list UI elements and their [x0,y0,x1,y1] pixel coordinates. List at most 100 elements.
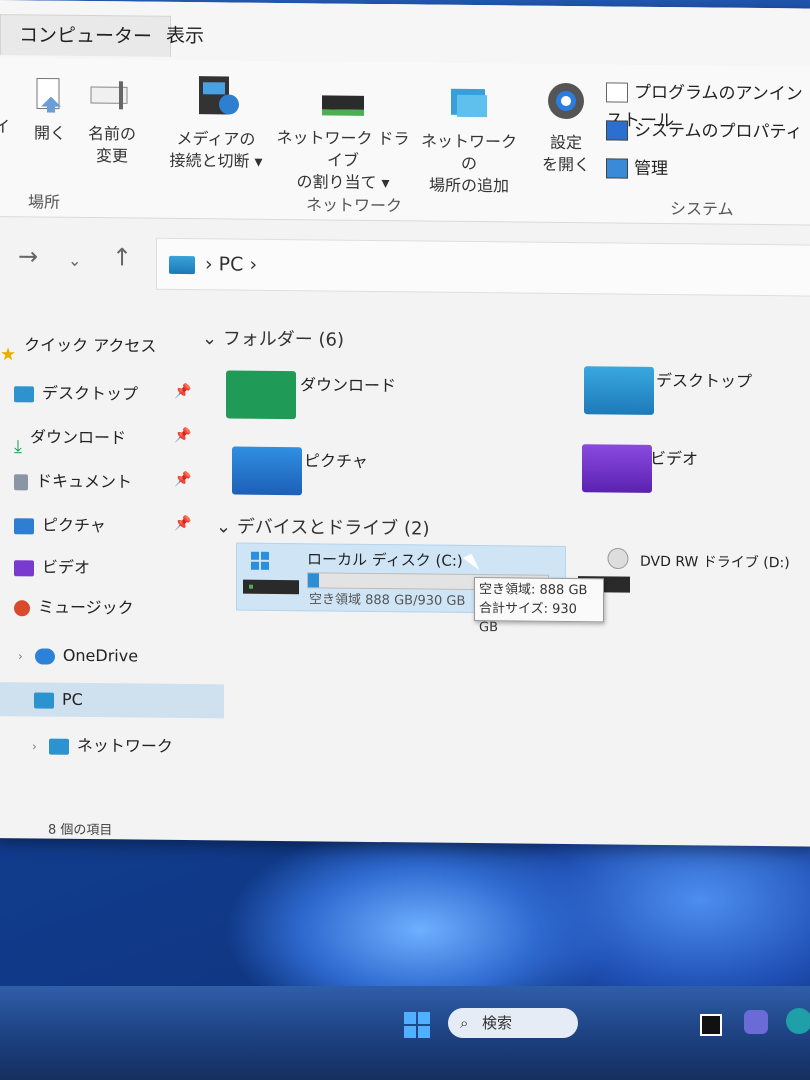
download-folder-icon [226,370,296,420]
pictures-icon [14,517,34,534]
sidebar-item-documents[interactable]: ドキュメント [14,464,132,499]
sidebar-item-quick-access[interactable]: ★ クイック アクセス [0,328,156,364]
forward-arrow-icon[interactable]: → [18,242,38,270]
tab-computer[interactable]: コンピューター [0,14,172,57]
edge-icon[interactable] [786,1008,810,1034]
open-settings-button[interactable]: 設定 を開く [534,78,598,177]
up-arrow-icon[interactable]: ↑ [112,243,132,271]
video-icon [14,559,34,576]
media-connect-button[interactable]: メディアの 接続と切断 ▾ [166,72,266,173]
open-button[interactable]: 開く [20,76,80,145]
sidebar-item-desktop[interactable]: デスクトップ [14,376,138,411]
group-system: システム [670,199,734,219]
tooltip-free: 空き領域: 888 GB [479,582,588,599]
settings-label-1: 設定 [549,132,582,153]
drive-c-usage-fill [308,573,319,588]
uninstall-icon [606,82,628,103]
cut-button[interactable]: イ [0,116,11,138]
recent-chevron-icon[interactable]: ⌄ [68,251,81,270]
videos-label: ビデオ [42,557,91,578]
address-bar[interactable]: › PC › [156,237,810,297]
add-network-location-button[interactable]: ネットワークの 場所の追加 [414,84,524,197]
folder-label-downloads: ダウンロード [300,375,397,396]
folders-section-header[interactable]: ⌄ フォルダー (6) [202,324,344,351]
search-label: 検索 [482,1014,513,1032]
manage-icon [606,158,628,179]
media-label-2: 接続と切断 ▾ [169,150,263,171]
sidebar-item-onedrive[interactable]: › OneDrive [18,638,138,673]
system-properties-button[interactable]: システムのプロパティ [606,116,802,146]
drives-header-label: デバイスとドライブ (2) [236,516,430,540]
drive-d-label: DVD RW ドライブ (D:) [640,553,790,572]
navigation-pane: ★ クイック アクセス デスクトップ 📌 ⤓ ダウンロード 📌 ドキュメント 📌 ピ… [0,320,224,822]
network-drive-icon [320,89,366,119]
pictures-label: ピクチャ [42,515,106,536]
ribbon: イ 開く 名前の 変更 メディアの 接続と切断 ▾ ネットワーク ドライブ の割… [0,58,810,226]
desktop-folder-icon [14,385,34,402]
pc-icon [169,255,195,274]
file-explorer-window: コンピューター 表示 イ 開く 名前の 変更 メディアの 接続と切断 ▾ ネット… [0,0,810,847]
rename-label-1: 名前の [87,123,136,144]
chevron-right-icon[interactable]: › [32,739,37,753]
manage-button[interactable]: 管理 [606,154,668,183]
drives-section-header[interactable]: ⌄ デバイスとドライブ (2) [216,512,430,540]
breadcrumb-pc[interactable]: PC [219,253,244,275]
network-label: ネットワーク [76,735,173,756]
open-label: 開く [33,123,66,143]
windows-start-icon[interactable] [404,1012,430,1038]
folder-label-desktop: デスクトップ [656,370,753,391]
tab-view[interactable]: 表示 [148,16,222,57]
chevron-down-icon: ⌄ [202,328,223,350]
pin-icon[interactable]: 📌 [174,516,191,532]
checkbox-icon [606,120,628,141]
pin-icon[interactable]: 📌 [174,384,191,400]
map-drive-label-1: ネットワーク ドライブ [276,127,410,170]
download-icon: ⤓ [14,435,22,457]
taskbar-search[interactable]: ⌕ 検索 [448,1008,578,1038]
add-location-label-1: ネットワークの [420,131,517,174]
taskbar: ⌕ 検索 [0,986,810,1080]
uninstall-program-button[interactable]: プログラムのアンインストール [606,78,810,131]
map-network-drive-button[interactable]: ネットワーク ドライブ の割り当て ▾ [272,89,414,194]
navigation-bar: → ⌄ ↑ › PC › [0,228,810,301]
sidebar-item-videos[interactable]: ビデオ [14,550,90,585]
breadcrumb-sep-2: › [249,253,258,276]
chat-icon[interactable] [744,1010,768,1034]
onedrive-label: OneDrive [62,645,139,666]
group-location: 場所 [28,192,61,212]
desktop-label: デスクトップ [42,383,139,404]
cut-label: イ [0,117,11,137]
chevron-right-icon[interactable]: › [18,649,23,663]
cloud-icon [34,647,55,665]
star-icon: ★ [0,343,17,365]
media-label-1: メディアの [176,128,256,149]
folders-header-label: フォルダー (6) [222,328,345,351]
sysprops-label: システムのプロパティ [634,120,803,143]
chevron-down-icon: ⌄ [216,516,237,538]
music-icon [14,599,30,616]
pin-icon[interactable]: 📌 [174,428,191,444]
folder-label-pictures: ピクチャ [304,451,368,471]
documents-label: ドキュメント [36,471,133,492]
sidebar-item-pictures[interactable]: ピクチャ [14,508,106,543]
document-icon [14,473,28,490]
add-location-label-2: 場所の追加 [428,175,509,196]
desktop-folder-icon [584,366,654,415]
task-view-icon[interactable] [700,1014,722,1036]
rename-icon [87,77,137,116]
music-label: ミュージック [38,597,134,618]
pin-icon[interactable]: 📌 [174,472,191,488]
media-icon [193,72,239,120]
rename-button[interactable]: 名前の 変更 [80,77,144,168]
sidebar-item-downloads[interactable]: ⤓ ダウンロード [14,420,126,457]
downloads-label: ダウンロード [29,427,126,448]
sidebar-item-network[interactable]: › ネットワーク [32,728,173,763]
settings-label-2: を開く [541,154,590,175]
manage-label: 管理 [634,158,668,180]
gear-icon [543,78,589,124]
sidebar-item-pc[interactable]: PC [0,682,224,719]
open-icon [33,76,67,114]
sidebar-item-music[interactable]: ミュージック [14,590,134,625]
drive-tooltip: 空き領域: 888 GB 合計サイズ: 930 GB [474,577,604,635]
pc-icon [34,691,54,709]
